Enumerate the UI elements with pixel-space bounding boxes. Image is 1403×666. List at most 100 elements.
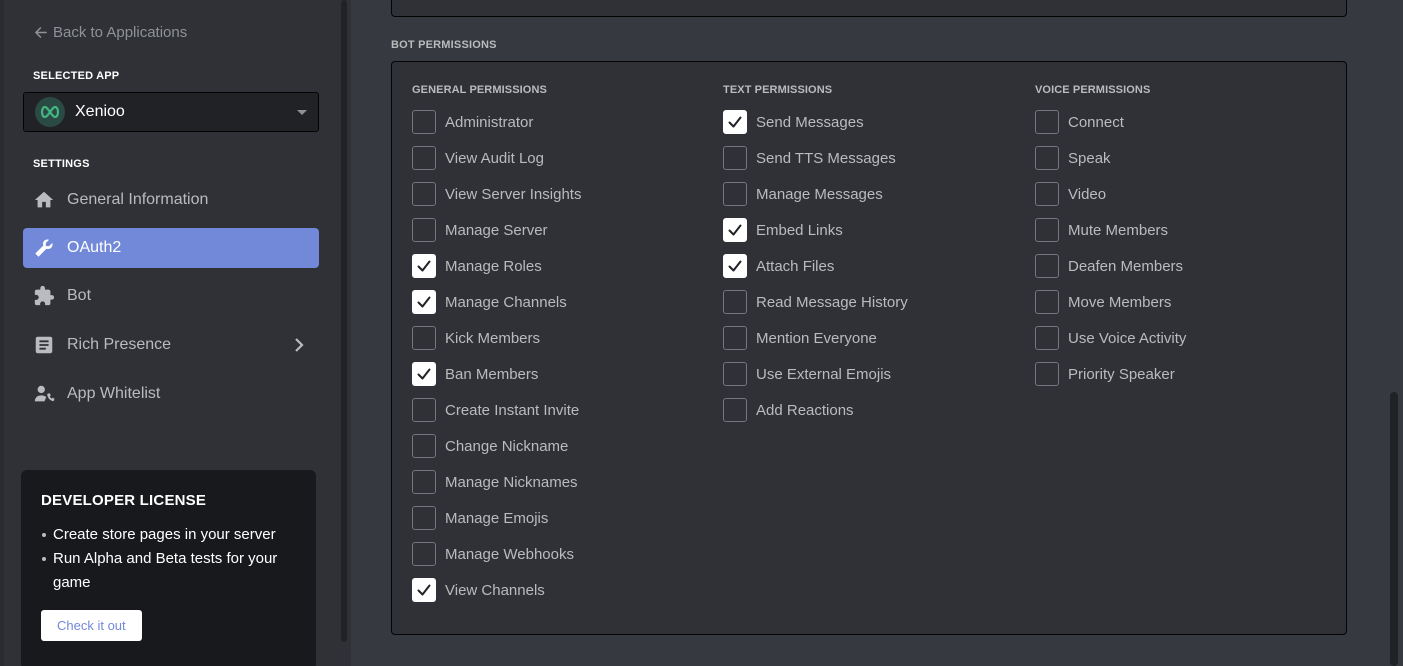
permission-checkbox[interactable]: [723, 254, 747, 278]
permission-row[interactable]: Priority Speaker: [1035, 356, 1335, 392]
permission-checkbox[interactable]: [1035, 290, 1059, 314]
permission-checkbox[interactable]: [412, 326, 436, 350]
puzzle-icon: [34, 285, 55, 306]
nav-item-oauth2[interactable]: OAuth2: [23, 228, 319, 268]
permission-row[interactable]: Manage Emojis: [412, 500, 712, 536]
permission-row[interactable]: Create Instant Invite: [412, 392, 712, 428]
nav-item-app-whitelist[interactable]: App Whitelist: [23, 374, 319, 414]
permission-row[interactable]: Video: [1035, 176, 1335, 212]
back-to-applications-link[interactable]: Back to Applications: [34, 24, 187, 41]
permission-row[interactable]: Send TTS Messages: [723, 140, 1023, 176]
permission-row[interactable]: View Audit Log: [412, 140, 712, 176]
app-name: Xenioo: [75, 103, 125, 120]
permission-row[interactable]: Deafen Members: [1035, 248, 1335, 284]
back-link-label: Back to Applications: [53, 24, 188, 41]
permission-label: Send TTS Messages: [756, 149, 896, 167]
permission-row[interactable]: Administrator: [412, 104, 712, 140]
permission-checkbox[interactable]: [1035, 218, 1059, 242]
permission-checkbox[interactable]: [723, 110, 747, 134]
settings-label: SETTINGS: [33, 158, 90, 170]
permission-checkbox[interactable]: [412, 470, 436, 494]
permission-row[interactable]: Change Nickname: [412, 428, 712, 464]
permission-checkbox[interactable]: [1035, 254, 1059, 278]
permission-checkbox[interactable]: [1035, 146, 1059, 170]
license-bullets: Create store pages in your server Run Al…: [41, 523, 296, 595]
sidebar-scrollbar[interactable]: [341, 0, 347, 642]
permission-checkbox[interactable]: [1035, 326, 1059, 350]
permission-row[interactable]: Connect: [1035, 104, 1335, 140]
permission-row[interactable]: Use Voice Activity: [1035, 320, 1335, 356]
permission-label: Use External Emojis: [756, 365, 892, 383]
permission-checkbox[interactable]: [1035, 110, 1059, 134]
permission-row[interactable]: Attach Files: [723, 248, 1023, 284]
nav-item-general-information[interactable]: General Information: [23, 180, 319, 220]
permission-checkbox[interactable]: [412, 398, 436, 422]
permission-row[interactable]: Ban Members: [412, 356, 712, 392]
checkmark-icon: [417, 584, 431, 596]
permission-row[interactable]: View Channels: [412, 572, 712, 608]
permission-row[interactable]: Send Messages: [723, 104, 1023, 140]
permission-checkbox[interactable]: [412, 362, 436, 386]
permission-label: Manage Messages: [756, 185, 883, 203]
app-selector-dropdown[interactable]: Xenioo: [23, 92, 319, 132]
permission-row[interactable]: Use External Emojis: [723, 356, 1023, 392]
main-scrollbar[interactable]: [1390, 392, 1398, 666]
permission-checkbox[interactable]: [412, 506, 436, 530]
permission-checkbox[interactable]: [412, 542, 436, 566]
check-it-out-button[interactable]: Check it out: [41, 610, 142, 641]
permission-label: Manage Roles: [445, 257, 542, 275]
nav-item-bot[interactable]: Bot: [23, 276, 319, 316]
nav-item-rich-presence[interactable]: Rich Presence: [23, 325, 319, 365]
checkmark-icon: [728, 260, 742, 272]
nav-item-label: Bot: [67, 287, 92, 304]
general-permissions-column: GENERAL PERMISSIONS Administrator View Au…: [412, 84, 712, 608]
permission-checkbox[interactable]: [1035, 362, 1059, 386]
chevron-right-icon: [295, 338, 304, 352]
permission-row[interactable]: Read Message History: [723, 284, 1023, 320]
permission-list: Administrator View Audit Log View Server I…: [412, 104, 712, 608]
permission-checkbox[interactable]: [412, 254, 436, 278]
permission-label: Manage Channels: [445, 293, 567, 311]
permission-checkbox[interactable]: [723, 326, 747, 350]
permission-row[interactable]: Manage Server: [412, 212, 712, 248]
permission-row[interactable]: Mute Members: [1035, 212, 1335, 248]
permission-row[interactable]: Mention Everyone: [723, 320, 1023, 356]
permission-row[interactable]: Speak: [1035, 140, 1335, 176]
checkmark-icon: [417, 260, 431, 272]
permission-checkbox[interactable]: [1035, 182, 1059, 206]
permission-checkbox[interactable]: [723, 182, 747, 206]
permission-checkbox[interactable]: [723, 362, 747, 386]
permission-checkbox[interactable]: [412, 290, 436, 314]
permission-checkbox[interactable]: [412, 146, 436, 170]
permission-row[interactable]: Manage Roles: [412, 248, 712, 284]
permission-label: Manage Server: [445, 221, 548, 239]
checkmark-icon: [417, 368, 431, 380]
permission-checkbox[interactable]: [412, 434, 436, 458]
permission-label: Change Nickname: [445, 437, 569, 455]
home-icon: [34, 191, 54, 208]
permission-row[interactable]: Manage Messages: [723, 176, 1023, 212]
permission-checkbox[interactable]: [412, 578, 436, 602]
permission-checkbox[interactable]: [723, 218, 747, 242]
permission-row[interactable]: Kick Members: [412, 320, 712, 356]
checkmark-icon: [417, 296, 431, 308]
caret-down-icon: [297, 110, 307, 115]
permission-row[interactable]: Add Reactions: [723, 392, 1023, 428]
permission-row[interactable]: Manage Nicknames: [412, 464, 712, 500]
permission-row[interactable]: View Server Insights: [412, 176, 712, 212]
permission-row[interactable]: Manage Channels: [412, 284, 712, 320]
permission-label: Deafen Members: [1068, 257, 1184, 275]
permission-label: Ban Members: [445, 365, 539, 383]
permission-checkbox[interactable]: [723, 290, 747, 314]
permission-row[interactable]: Move Members: [1035, 284, 1335, 320]
permission-checkbox[interactable]: [723, 398, 747, 422]
permission-row[interactable]: Manage Webhooks: [412, 536, 712, 572]
permission-row[interactable]: Embed Links: [723, 212, 1023, 248]
text-permissions-column: TEXT PERMISSIONS Send Messages Send TTS M…: [723, 84, 1023, 428]
permission-checkbox[interactable]: [723, 146, 747, 170]
permission-checkbox[interactable]: [412, 218, 436, 242]
permission-checkbox[interactable]: [412, 182, 436, 206]
permission-checkbox[interactable]: [412, 110, 436, 134]
nav-item-label: Rich Presence: [67, 336, 172, 353]
permission-label: Manage Webhooks: [445, 545, 574, 563]
